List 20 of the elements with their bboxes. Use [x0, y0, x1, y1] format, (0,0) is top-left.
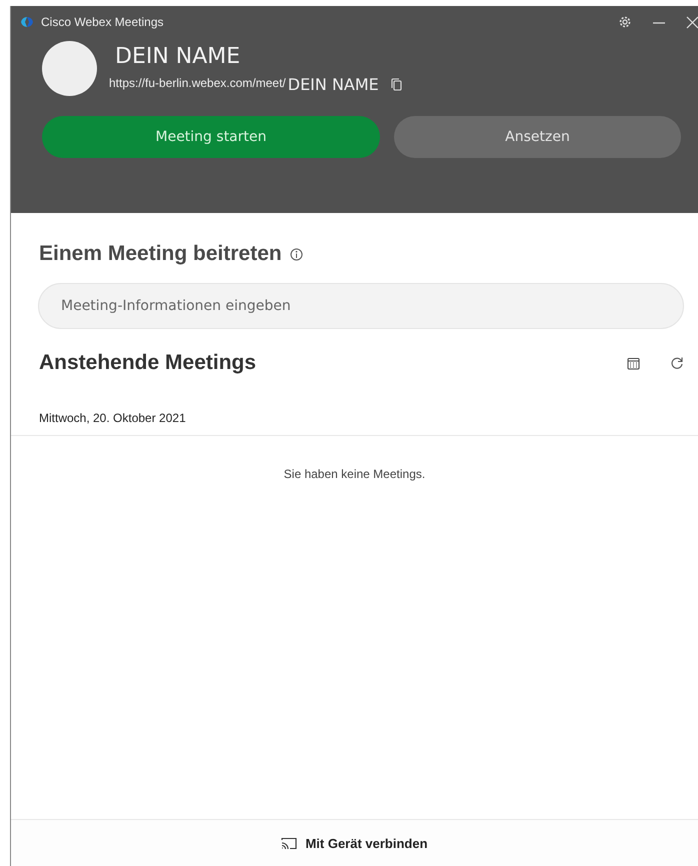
url-name: DEIN NAME: [288, 75, 379, 94]
empty-message: Sie haben keine Meetings.: [282, 467, 426, 481]
user-name: DEIN NAME: [115, 43, 242, 71]
info-icon[interactable]: [290, 248, 303, 260]
close-icon[interactable]: [686, 15, 698, 29]
refresh-icon[interactable]: [670, 356, 684, 370]
connect-device-button[interactable]: Mit Gerät verbinden: [275, 834, 434, 852]
start-meeting-button[interactable]: Meeting starten: [42, 116, 380, 158]
section-title: Einem Meeting beitreten: [39, 242, 282, 266]
meeting-url: https://fu-berlin.webex.com/meet/: [109, 76, 286, 90]
calendar-icon[interactable]: [627, 356, 640, 370]
copy-icon[interactable]: [390, 78, 402, 91]
cast-icon: [281, 836, 298, 850]
settings-icon[interactable]: [618, 15, 632, 29]
meeting-info-field[interactable]: Meeting-Informationen eingeben: [38, 283, 684, 329]
window-title: Cisco Webex Meetings: [41, 15, 164, 29]
schedule-button[interactable]: Ansetzen: [394, 116, 681, 158]
app-logo-icon: [19, 15, 35, 29]
date-label: Mittwoch, 20. Oktober 2021: [38, 411, 187, 425]
section-title: Anstehende Meetings: [39, 351, 256, 375]
